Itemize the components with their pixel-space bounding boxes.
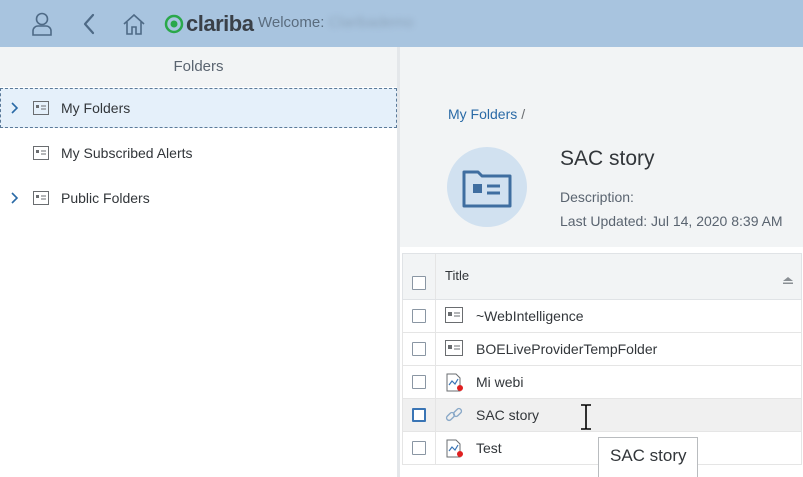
webi-document-icon [445, 439, 465, 464]
chevron-right-icon[interactable] [10, 101, 20, 120]
row-checkbox[interactable] [412, 441, 426, 455]
logo-text: clariba [186, 11, 254, 36]
select-all-checkbox[interactable] [412, 276, 426, 290]
row-title[interactable]: ~WebIntelligence [476, 308, 584, 324]
breadcrumb-link-my-folders[interactable]: My Folders [448, 106, 517, 122]
tooltip: SAC story [598, 437, 698, 477]
tree-item-label: My Subscribed Alerts [61, 145, 193, 161]
welcome-user: Claribademo [328, 14, 414, 31]
tree-item-public-folders[interactable]: Public Folders [0, 178, 397, 218]
column-header-title[interactable]: Title [445, 268, 469, 283]
back-icon[interactable] [75, 10, 103, 38]
object-header: My Folders / SAC story Description: Last … [400, 87, 803, 247]
row-title[interactable]: Mi webi [476, 374, 523, 390]
folder-icon [33, 191, 49, 210]
chevron-right-icon[interactable] [10, 191, 20, 210]
tree-item-my-folders[interactable]: My Folders [0, 88, 397, 128]
detail-toolbar [400, 47, 803, 87]
table-header: Title [402, 253, 802, 300]
welcome-text: Welcome: Claribademo [258, 14, 413, 31]
folder-icon [445, 307, 463, 328]
column-separator [435, 366, 436, 398]
user-icon[interactable] [28, 10, 56, 38]
tree-item-label: My Folders [61, 100, 131, 116]
link-icon [445, 406, 463, 429]
column-separator [435, 254, 436, 299]
object-description: Description: [560, 189, 634, 205]
object-title: SAC story [560, 147, 655, 170]
folder-icon [462, 170, 512, 208]
shell-bar: clariba Welcome: Claribademo [0, 0, 803, 47]
column-separator [435, 432, 436, 464]
folder-icon [33, 146, 49, 165]
documents-table: Title ~WebIntelligence BOELiveProviderTe… [402, 253, 802, 465]
column-separator [435, 399, 436, 431]
row-title[interactable]: BOELiveProviderTempFolder [476, 341, 657, 357]
object-avatar [447, 147, 527, 227]
welcome-label: Welcome: [258, 14, 325, 31]
column-separator [435, 333, 436, 365]
row-checkbox[interactable] [412, 342, 426, 356]
folder-icon [33, 101, 49, 120]
breadcrumb-separator: / [521, 106, 526, 122]
folders-panel: Folders My Folders My Subscribed Alerts … [0, 47, 397, 477]
webi-document-icon [445, 373, 465, 398]
home-icon[interactable] [120, 10, 148, 38]
column-separator [435, 300, 436, 332]
row-title[interactable]: SAC story [476, 407, 539, 423]
table-row[interactable]: Mi webi [402, 366, 802, 399]
row-checkbox[interactable] [412, 375, 426, 389]
row-checkbox[interactable] [412, 408, 426, 422]
table-row[interactable]: BOELiveProviderTempFolder [402, 333, 802, 366]
clariba-logo-icon [164, 14, 184, 34]
breadcrumb: My Folders / [448, 106, 525, 122]
row-title[interactable]: Test [476, 440, 502, 456]
folders-panel-title: Folders [0, 47, 397, 87]
table-row[interactable]: SAC story [402, 399, 802, 432]
text-cursor-icon [579, 404, 593, 435]
folder-icon [445, 340, 463, 361]
object-last-updated: Last Updated: Jul 14, 2020 8:39 AM [560, 213, 783, 229]
tree-item-my-subscribed-alerts[interactable]: My Subscribed Alerts [0, 133, 397, 173]
clariba-logo: clariba [164, 11, 254, 37]
sort-ascending-icon[interactable] [783, 272, 793, 290]
table-row[interactable]: ~WebIntelligence [402, 300, 802, 333]
row-checkbox[interactable] [412, 309, 426, 323]
tree-item-label: Public Folders [61, 190, 150, 206]
detail-panel: My Folders / SAC story Description: Last … [400, 47, 803, 477]
